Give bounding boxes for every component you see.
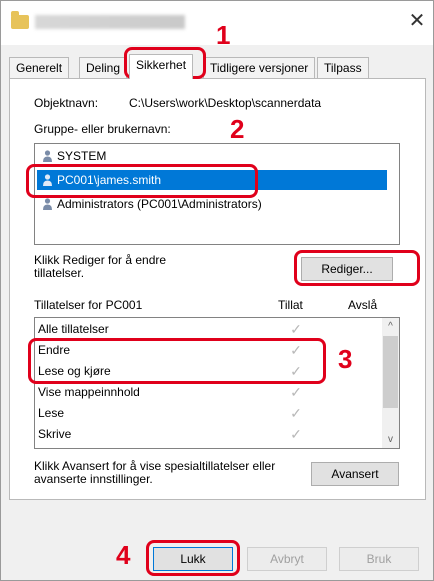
list-item-label: Administrators (PC001\Administrators)	[57, 197, 262, 211]
tab-tidligere-versjoner[interactable]: Tidligere versjoner	[203, 57, 316, 78]
callout-number-1: 1	[216, 20, 231, 50]
scroll-up-icon[interactable]: ^	[382, 318, 399, 335]
callout-box-close	[146, 540, 240, 576]
users-icon	[43, 150, 52, 162]
permissions-label: Tillatelser for PC001	[34, 298, 143, 312]
permission-name: Skrive	[38, 427, 72, 441]
object-name-label: Objektnavn:	[34, 96, 99, 110]
cancel-button[interactable]: Avbryt	[247, 547, 327, 571]
callout-number-2: 2	[230, 114, 245, 144]
users-icon	[43, 198, 52, 210]
callout-box-edit	[294, 250, 420, 286]
check-icon: ✓	[290, 405, 302, 421]
permission-name: Lese	[38, 406, 65, 420]
permission-row: Skrive ✓	[35, 424, 365, 445]
permission-row: Alle tillatelser ✓	[35, 319, 365, 340]
properties-dialog: ✕ Generelt Deling Sikkerhet Tidligere ve…	[0, 0, 434, 581]
tab-generelt[interactable]: Generelt	[9, 57, 70, 78]
edit-hint: Klikk Rediger for å endre tillatelser.	[34, 253, 167, 280]
folder-icon	[11, 11, 29, 29]
check-icon: ✓	[290, 321, 302, 337]
allow-column-header: Tillat	[278, 298, 303, 312]
tab-deling[interactable]: Deling	[79, 57, 128, 78]
callout-box-permissions	[28, 338, 326, 384]
group-names-label: Gruppe- eller brukernavn:	[34, 122, 171, 136]
callout-box-user	[26, 164, 258, 198]
list-item[interactable]: SYSTEM	[37, 146, 387, 166]
scroll-down-icon[interactable]: v	[382, 431, 399, 448]
callout-number-4: 4	[116, 540, 131, 570]
scroll-thumb[interactable]	[383, 336, 398, 408]
check-icon: ✓	[290, 384, 302, 400]
list-item-label: SYSTEM	[57, 149, 107, 163]
permission-row: Vise mappeinnhold ✓	[35, 382, 365, 403]
tab-tilpass[interactable]: Tilpass	[317, 57, 369, 78]
check-icon: ✓	[290, 426, 302, 442]
advanced-hint: Klikk Avansert for å vise spesialtillate…	[34, 459, 276, 486]
tab-sikkerhet[interactable]: Sikkerhet	[129, 54, 194, 79]
apply-button[interactable]: Bruk	[339, 547, 419, 571]
deny-column-header: Avslå	[348, 298, 378, 312]
window-title	[35, 15, 185, 29]
permission-name: Alle tillatelser	[38, 322, 109, 336]
close-icon[interactable]: ✕	[405, 9, 429, 33]
permission-row: Lese ✓	[35, 403, 365, 424]
advanced-button[interactable]: Avansert	[311, 462, 399, 486]
permission-name: Vise mappeinnhold	[38, 385, 140, 399]
permissions-scrollbar[interactable]: ^ v	[382, 318, 399, 448]
object-name-value: C:\Users\work\Desktop\scannerdata	[129, 96, 322, 110]
callout-number-3: 3	[338, 344, 353, 374]
